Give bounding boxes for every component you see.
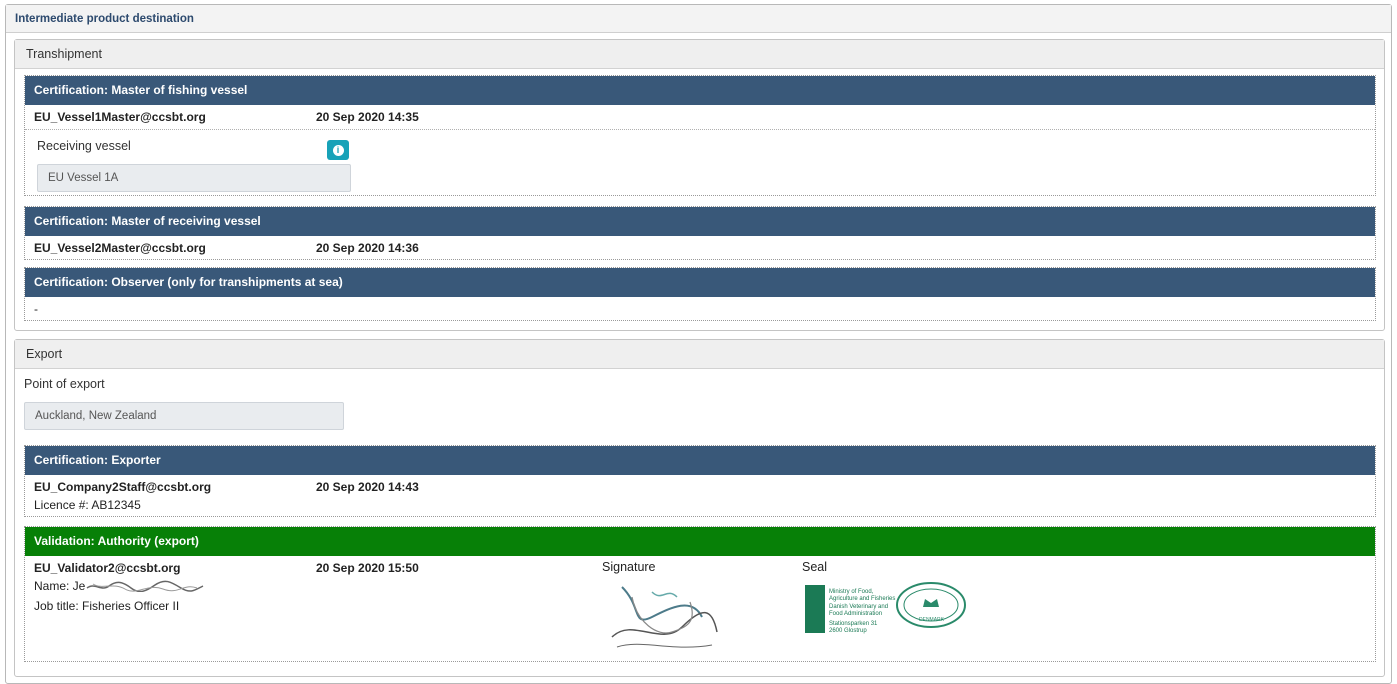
stamp-text: DENMARK <box>919 617 945 623</box>
validation-heading: Validation: Authority (export) <box>25 527 1375 556</box>
cert-heading: Certification: Observer (only for transh… <box>25 268 1375 297</box>
cert-heading: Certification: Master of receiving vesse… <box>25 207 1375 236</box>
transhipment-title: Transhipment <box>15 40 1384 69</box>
redacted-name-scribble <box>86 580 204 592</box>
cert-user-row: EU_Vessel2Master@ccsbt.org 20 Sep 2020 1… <box>25 236 1375 260</box>
point-of-export-label: Point of export <box>24 377 105 391</box>
point-of-export-field[interactable]: Auckland, New Zealand <box>24 402 344 430</box>
signature-image <box>611 586 718 648</box>
validator-name: Name: Je <box>34 579 86 593</box>
seal-line: Food Administration <box>829 611 882 617</box>
cert-heading: Certification: Exporter <box>25 446 1375 475</box>
seal-line: Ministry of Food, <box>829 589 874 595</box>
seal-line: Danish Veterinary and <box>829 604 888 610</box>
seal-line: Agriculture and Fisheries <box>829 596 895 602</box>
info-button[interactable]: i <box>327 140 349 160</box>
cert-email: EU_Vessel1Master@ccsbt.org <box>34 110 206 124</box>
observer-value: - <box>34 302 38 316</box>
cert-email: EU_Vessel2Master@ccsbt.org <box>34 241 206 255</box>
cert-date: 20 Sep 2020 14:36 <box>316 241 419 255</box>
seal-label: Seal <box>802 560 828 574</box>
cert-master-fishing-vessel: Certification: Master of fishing vessel … <box>24 75 1376 196</box>
cert-exporter: Certification: Exporter EU_Company2Staff… <box>24 445 1376 517</box>
seal-line: Stationsparken 31 <box>829 621 878 627</box>
seal-line: 2600 Glostrup <box>829 628 867 634</box>
cert-date: 20 Sep 2020 14:35 <box>316 110 419 124</box>
seal-text: Ministry of Food, Agriculture and Fisher… <box>829 589 895 634</box>
transhipment-panel: Transhipment Certification: Master of fi… <box>14 39 1385 331</box>
cert-validation-authority: Validation: Authority (export) EU_Valida… <box>24 526 1376 662</box>
receiving-vessel-field[interactable]: EU Vessel 1A <box>37 164 351 192</box>
signature-label: Signature <box>602 560 656 574</box>
cert-master-receiving-vessel: Certification: Master of receiving vesse… <box>24 206 1376 260</box>
seal-image: Ministry of Food, Agriculture and Fisher… <box>805 582 966 634</box>
export-panel: Export Point of export Auckland, New Zea… <box>14 339 1385 677</box>
intermediate-product-destination-section: Intermediate product destination Transhi… <box>5 4 1392 684</box>
cert-date: 20 Sep 2020 14:43 <box>316 480 419 494</box>
info-circle-icon: i <box>332 144 344 156</box>
export-title: Export <box>15 340 1384 369</box>
cert-email: EU_Company2Staff@ccsbt.org <box>34 480 212 494</box>
cert-observer: Certification: Observer (only for transh… <box>24 267 1376 321</box>
receiving-vessel-label: Receiving vessel <box>37 139 131 153</box>
cert-value-row: - <box>25 297 1375 321</box>
section-title: Intermediate product destination <box>6 5 1391 33</box>
validator-email: EU_Validator2@ccsbt.org <box>34 561 181 575</box>
cert-user-row: EU_Vessel1Master@ccsbt.org 20 Sep 2020 1… <box>25 105 1375 129</box>
cert-user-row: EU_Company2Staff@ccsbt.org 20 Sep 2020 1… <box>25 475 1375 499</box>
cert-heading: Certification: Master of fishing vessel <box>25 76 1375 105</box>
